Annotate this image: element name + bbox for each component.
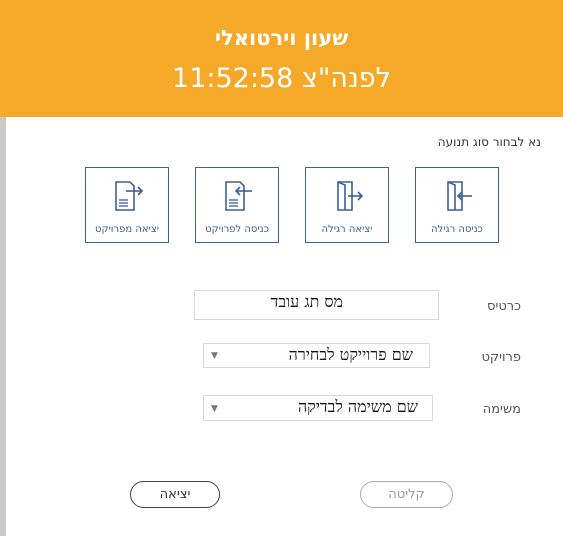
- card-label: כרטיס: [487, 299, 521, 314]
- exit-door-icon: [337, 181, 364, 211]
- current-time: 11:52:58 לפנה"צ: [172, 63, 391, 94]
- enter-project-label: כניסה לפרויקט: [205, 224, 269, 235]
- project-label: פרויקט: [481, 350, 521, 365]
- card-number-field[interactable]: מס תג עובד: [194, 290, 439, 320]
- card-number-value: מס תג עובד: [270, 292, 343, 311]
- regular-exit-label: יציאה רגילה: [321, 224, 373, 235]
- project-select[interactable]: שם פרוייקט לבחירה ▼: [203, 343, 430, 368]
- task-select[interactable]: שם משימה לבדיקה ▼: [203, 395, 433, 421]
- exit-project-button[interactable]: יציאה מפרויקט: [85, 167, 169, 243]
- exit-button[interactable]: יציאה: [130, 481, 220, 508]
- regular-exit-button[interactable]: יציאה רגילה: [305, 167, 389, 243]
- dialog-title: שעון וירטואלי: [214, 26, 349, 50]
- task-select-value: שם משימה לבדיקה: [297, 397, 418, 416]
- chevron-down-icon: ▼: [211, 351, 218, 361]
- instruction-text: נא לבחור סוג תנועה: [437, 135, 541, 149]
- virtual-clock-dialog: שעון וירטואלי 11:52:58 לפנה"צ נא לבחור ס…: [0, 0, 563, 536]
- enter-door-icon: [447, 181, 472, 211]
- exit-project-icon: [115, 181, 144, 211]
- exit-project-label: יציאה מפרויקט: [94, 224, 160, 235]
- enter-project-icon: [225, 181, 252, 211]
- receive-button[interactable]: קליטה: [360, 481, 453, 508]
- enter-project-button[interactable]: כניסה לפרויקט: [195, 167, 279, 243]
- regular-entry-button[interactable]: כניסה רגילה: [415, 167, 499, 243]
- project-select-value: שם פרוייקט לבחירה: [288, 345, 413, 364]
- dialog-header: שעון וירטואלי 11:52:58 לפנה"צ: [0, 0, 563, 117]
- chevron-down-icon: ▼: [211, 404, 218, 414]
- regular-entry-label: כניסה רגילה: [431, 224, 483, 235]
- task-label: משימה: [482, 402, 521, 417]
